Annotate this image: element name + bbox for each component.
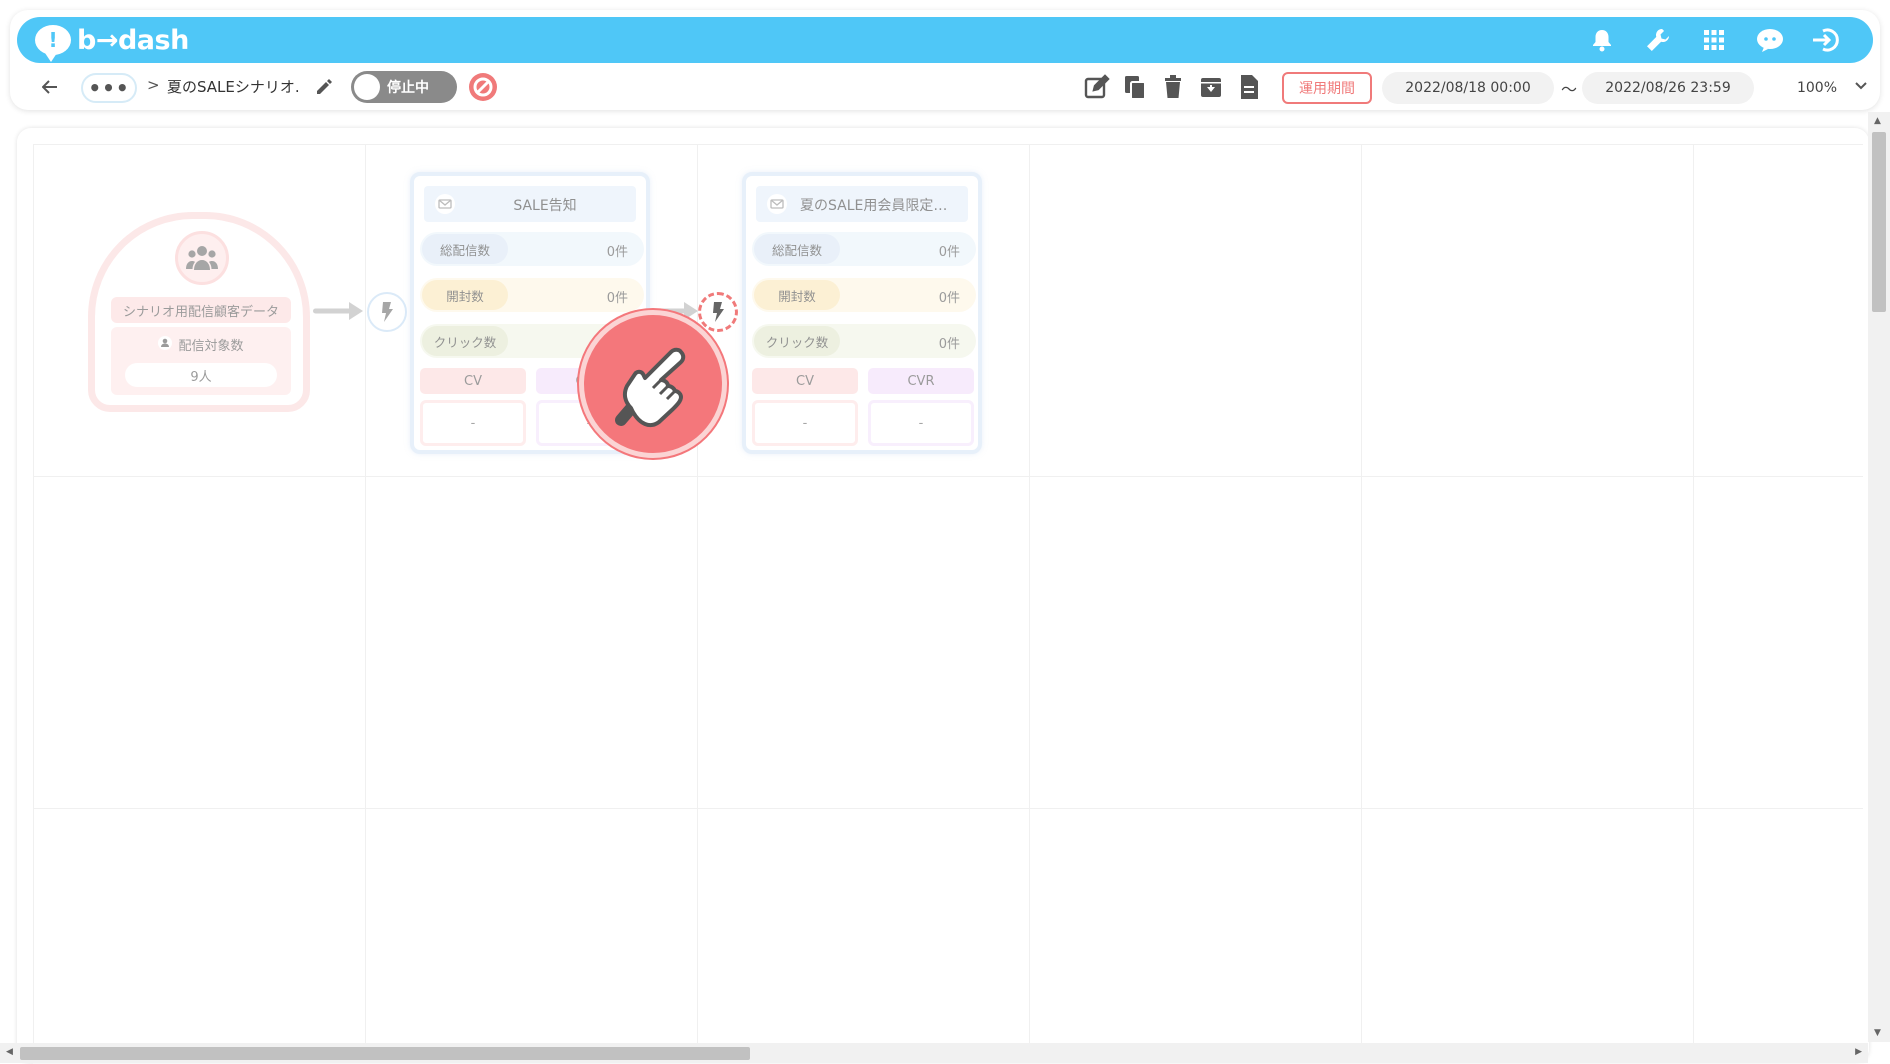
cv-header: CV: [752, 368, 858, 394]
target-count-label: 配信対象数: [178, 339, 244, 354]
back-button[interactable]: [35, 72, 65, 102]
vertical-scroll-thumb[interactable]: [1872, 132, 1886, 312]
brand-name: b→dash: [77, 24, 189, 56]
copy-icon[interactable]: [1121, 72, 1149, 102]
operation-period-button[interactable]: 運用期間: [1282, 72, 1372, 104]
segment-label: シナリオ用配信顧客データ: [111, 297, 291, 323]
scroll-left-arrow-icon[interactable]: ◀: [6, 1047, 13, 1057]
start-segment-node[interactable]: シナリオ用配信顧客データ 配信対象数 9人: [88, 212, 310, 412]
top-bar: ! b→dash: [17, 17, 1873, 63]
horizontal-scroll-thumb[interactable]: [20, 1047, 750, 1060]
wrench-icon[interactable]: [1641, 23, 1675, 57]
cv-value: -: [752, 400, 858, 446]
apps-grid-icon[interactable]: [1697, 23, 1731, 57]
scenario-title: 夏のSALEシナリオ.: [167, 78, 300, 96]
user-icon: [158, 335, 173, 354]
sent-count-row: 総配信数 0件: [752, 232, 976, 266]
breadcrumb-separator: >: [147, 76, 160, 94]
cvr-header: CVR: [868, 368, 974, 394]
open-count-row: 開封数 0件: [752, 278, 976, 312]
zoom-select[interactable]: 100%: [1762, 72, 1872, 104]
mail-action-card[interactable]: 夏のSALE用会員限定ク… 総配信数 0件 開封数 0件 クリック数 0件 CV CV…: [742, 172, 982, 454]
trigger-lightning-icon[interactable]: [698, 292, 738, 332]
click-count-row: クリック数0件: [752, 324, 976, 358]
breadcrumb-more-button[interactable]: •••: [81, 73, 137, 103]
mail-envelope-icon: [434, 194, 456, 218]
edit-title-pencil-icon[interactable]: [310, 73, 338, 101]
prohibited-icon[interactable]: [467, 71, 499, 103]
zoom-value: 100%: [1796, 80, 1838, 96]
users-group-icon: [175, 231, 229, 285]
cv-header: CV: [420, 368, 526, 394]
start-date-field[interactable]: 2022/08/18 00:00: [1382, 72, 1554, 104]
logo-bubble-icon: !: [35, 25, 71, 62]
status-toggle[interactable]: 停止中: [351, 71, 457, 103]
app-window: ! b→dash ••• > 夏のSALEシナリオ. 停止中 運用期間 2022…: [0, 0, 1890, 1064]
trash-icon[interactable]: [1159, 72, 1187, 102]
date-range-separator: 〜: [1561, 80, 1578, 99]
flow-arrow-icon: [313, 301, 365, 325]
support-chat-icon[interactable]: [1753, 23, 1787, 57]
mail-card-title: SALE告知: [424, 186, 636, 222]
mail-card-title: 夏のSALE用会員限定ク…: [756, 186, 968, 222]
document-icon[interactable]: [1235, 72, 1263, 102]
cvr-value: -: [868, 400, 974, 446]
segment-target-box: 配信対象数 9人: [111, 327, 291, 395]
status-toggle-label: 停止中: [387, 80, 429, 96]
scroll-up-arrow-icon[interactable]: ▲: [1874, 116, 1881, 126]
horizontal-scrollbar[interactable]: ◀ ▶: [0, 1043, 1868, 1063]
chevron-down-icon: [1854, 78, 1868, 96]
scroll-down-arrow-icon[interactable]: ▼: [1874, 1028, 1881, 1038]
mail-envelope-icon: [766, 194, 788, 218]
sent-count-row: 総配信数 0件: [420, 232, 644, 266]
archive-icon[interactable]: [1197, 72, 1225, 102]
cv-value: -: [420, 400, 526, 446]
vertical-scrollbar[interactable]: ▲ ▼: [1868, 112, 1890, 1042]
scenario-toolbar: ••• > 夏のSALEシナリオ. 停止中 運用期間 2022/08/18 00…: [17, 68, 1873, 108]
open-count-row: 開封数 0件: [420, 278, 644, 312]
trigger-lightning-icon[interactable]: [367, 292, 407, 332]
end-date-field[interactable]: 2022/08/26 23:59: [1582, 72, 1754, 104]
bell-icon[interactable]: [1585, 23, 1619, 57]
edit-note-icon[interactable]: [1083, 72, 1111, 102]
logout-icon[interactable]: [1809, 23, 1843, 57]
scroll-right-arrow-icon[interactable]: ▶: [1855, 1047, 1862, 1057]
toggle-knob: [354, 74, 380, 100]
target-count-value: 9人: [125, 363, 277, 387]
pointing-hand-icon: [579, 310, 727, 458]
brand-logo[interactable]: ! b→dash: [35, 22, 189, 62]
